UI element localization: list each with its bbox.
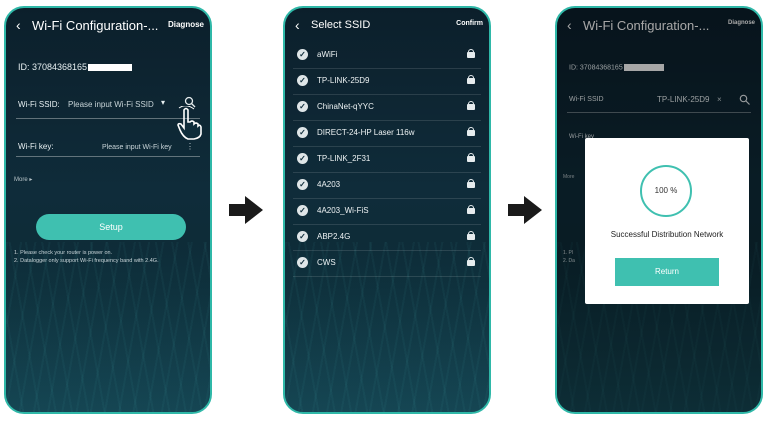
lock-icon: [467, 127, 475, 136]
lock-icon: [467, 75, 475, 84]
arrow-right-icon: [229, 196, 263, 224]
back-chevron-icon[interactable]: ‹: [16, 17, 21, 33]
page-title: Wi-Fi Configuration-...: [32, 18, 159, 33]
ssid-name: TP-LINK-25D9: [317, 76, 370, 85]
header: ‹ Select SSID Confirm: [285, 8, 489, 42]
check-circle-icon: ✓: [297, 179, 308, 190]
progress-text: 100 %: [654, 186, 678, 195]
note-line-1: 1. Please check your router is power on.: [14, 250, 113, 256]
phone-screen-wifi-config: ‹ Wi-Fi Configuration-... Diagnose ID: 3…: [4, 6, 212, 414]
success-message: Successful Distribution Network: [610, 230, 724, 239]
divider: [16, 156, 200, 157]
ssid-dropdown-icon[interactable]: ▾: [161, 98, 165, 107]
ssid-name: 4A203_Wi-FiS: [317, 206, 369, 215]
device-id: ID: 37084368165: [18, 62, 133, 72]
diagnose-button[interactable]: Diagnose: [168, 20, 204, 29]
key-label: Wi-Fi key:: [18, 142, 54, 151]
check-circle-icon: ✓: [297, 75, 308, 86]
lock-icon: [467, 231, 475, 240]
phone-screen-select-ssid: ‹ Select SSID Confirm ✓ aWiFi ✓ TP-LINK-25D…: [283, 6, 491, 414]
check-circle-icon: ✓: [297, 231, 308, 242]
hand-pointer-icon: [177, 106, 202, 140]
phone-screen-config-success: ‹ Wi-Fi Configuration-... Diagnose ID: 3…: [555, 6, 763, 414]
lock-icon: [467, 257, 475, 266]
divider: [16, 118, 200, 119]
ssid-name: DIRECT-24-HP Laser 116w: [317, 128, 415, 137]
check-circle-icon: ✓: [297, 257, 308, 268]
redacted-block: [88, 64, 133, 72]
ssid-row[interactable]: ✓ ABP2.4G: [293, 224, 481, 251]
arrow-right-icon: [508, 196, 542, 224]
ssid-row[interactable]: ✓ TP-LINK_2F31: [293, 146, 481, 173]
key-input[interactable]: Please input Wi-Fi key: [102, 144, 172, 151]
check-circle-icon: ✓: [297, 205, 308, 216]
page-title: Select SSID: [311, 19, 371, 31]
lock-icon: [467, 101, 475, 110]
ssid-row[interactable]: ✓ 4A203_Wi-FiS: [293, 198, 481, 225]
ssid-row[interactable]: ✓ ChinaNet-qYYC: [293, 94, 481, 121]
header: ‹ Wi-Fi Configuration-... Diagnose: [6, 8, 210, 42]
device-id-text: ID: 37084368165: [18, 62, 88, 72]
setup-button[interactable]: Setup: [36, 214, 186, 240]
ssid-name: ChinaNet-qYYC: [317, 102, 374, 111]
check-circle-icon: ✓: [297, 153, 308, 164]
confirm-button[interactable]: Confirm: [456, 20, 483, 27]
ssid-name: ABP2.4G: [317, 232, 351, 241]
ssid-input[interactable]: Please input Wi-Fi SSID: [68, 100, 154, 109]
lock-icon: [467, 153, 475, 162]
return-button[interactable]: Return: [615, 258, 719, 286]
ssid-row[interactable]: ✓ aWiFi: [293, 42, 481, 69]
ssid-row[interactable]: ✓ CWS: [293, 250, 481, 277]
ssid-row[interactable]: ✓ 4A203: [293, 172, 481, 199]
more-toggle[interactable]: More ▸: [14, 176, 32, 183]
check-circle-icon: ✓: [297, 127, 308, 138]
note-line-2: 2. Datalogger only support Wi-Fi frequen…: [14, 258, 159, 264]
ssid-name: 4A203: [317, 180, 341, 189]
ssid-row[interactable]: ✓ TP-LINK-25D9: [293, 68, 481, 95]
ssid-name: TP-LINK_2F31: [317, 154, 371, 163]
ssid-name: aWiFi: [317, 50, 338, 59]
check-circle-icon: ✓: [297, 101, 308, 112]
ssid-name: CWS: [317, 258, 336, 267]
progress-ring: 100 %: [640, 165, 692, 217]
lock-icon: [467, 179, 475, 188]
ssid-row[interactable]: ✓ DIRECT-24-HP Laser 116w: [293, 120, 481, 147]
ssid-label: Wi-Fi SSID:: [18, 100, 60, 109]
check-circle-icon: ✓: [297, 49, 308, 60]
back-chevron-icon[interactable]: ‹: [295, 17, 300, 33]
success-dialog: 100 % Successful Distribution Network Re…: [585, 138, 749, 304]
lock-icon: [467, 49, 475, 58]
lock-icon: [467, 205, 475, 214]
eye-icon[interactable]: ⋮: [186, 142, 194, 151]
